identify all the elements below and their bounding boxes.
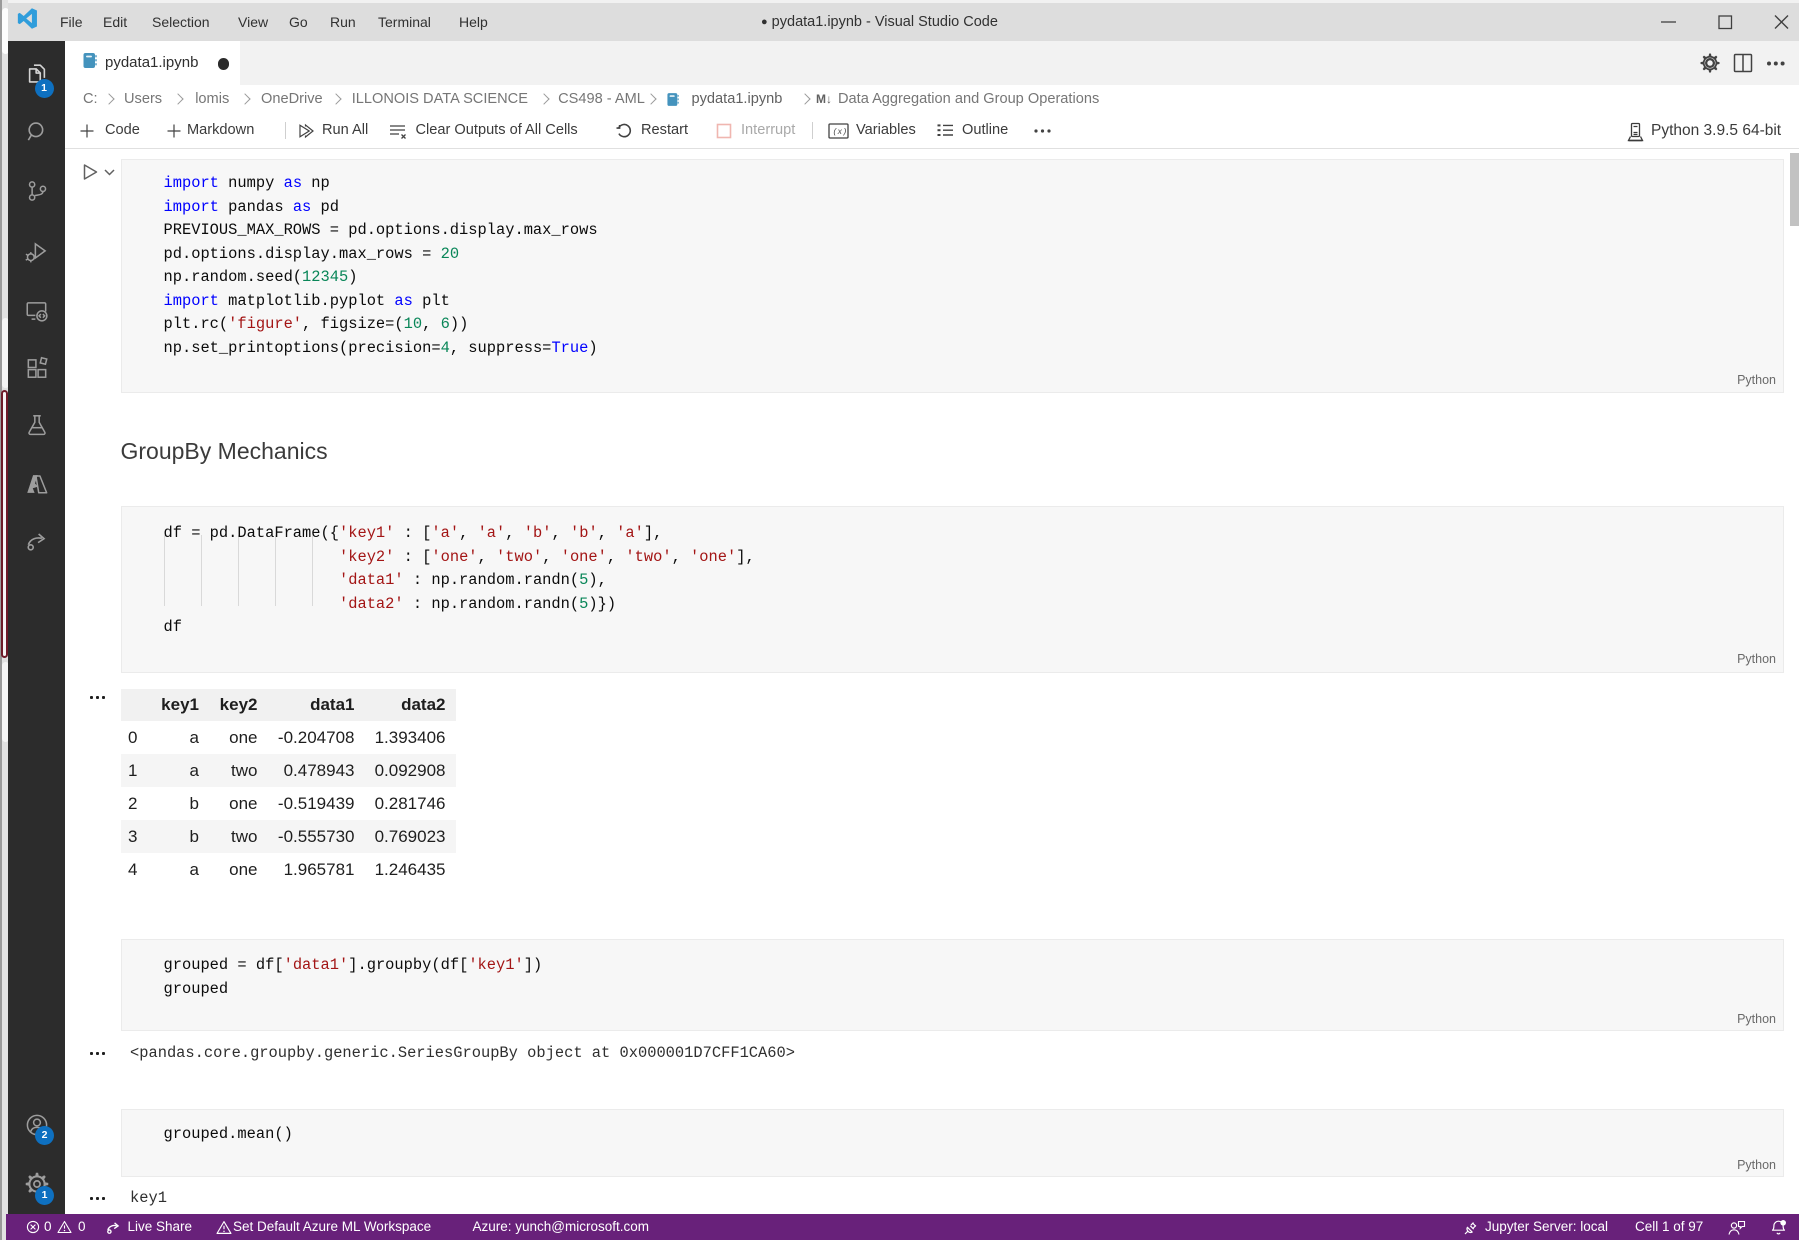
svg-text:(x): (x) <box>833 128 847 137</box>
